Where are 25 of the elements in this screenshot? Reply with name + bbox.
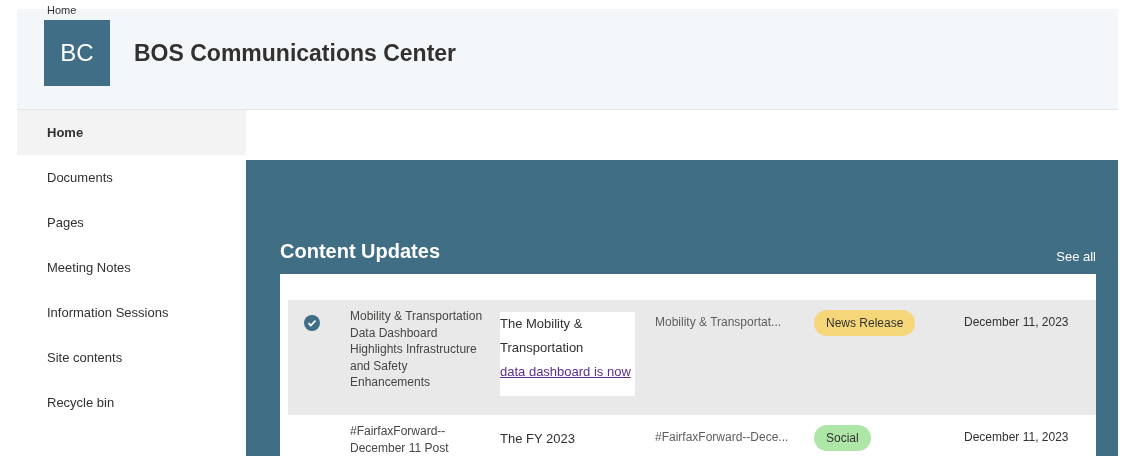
nav-item[interactable]: Documents bbox=[17, 155, 246, 200]
site-logo: BC bbox=[44, 20, 110, 86]
nav-item[interactable]: Information Sessions bbox=[17, 290, 246, 335]
nav-item[interactable]: Home bbox=[17, 110, 246, 155]
table-cell-text: Mobility & Transportat... bbox=[655, 314, 783, 331]
category-tag: News Release bbox=[814, 310, 916, 336]
table-cell-text: December 11, 2023 bbox=[964, 429, 1069, 446]
category-tag: Social bbox=[814, 425, 871, 451]
nav-item[interactable]: Recycle bin bbox=[17, 380, 246, 425]
see-all-link[interactable]: See all bbox=[1056, 246, 1096, 266]
site-title: BOS Communications Center bbox=[134, 38, 457, 68]
nav-item[interactable]: Site contents bbox=[17, 335, 246, 380]
description-text: The FY 2023 bbox=[500, 430, 576, 448]
nav-item[interactable]: Pages bbox=[17, 200, 246, 245]
table-cell-text: Mobility & Transportation Data Dashboard Highlights Infrastructure and Safety Enhancements bbox=[350, 308, 484, 391]
nav-item[interactable]: Meeting Notes bbox=[17, 245, 246, 290]
checkmark-icon[interactable] bbox=[304, 315, 320, 331]
description-text: The Mobility & Transportation bbox=[500, 315, 585, 357]
table-cell-text: #FairfaxForward--December 11 Post bbox=[350, 423, 450, 456]
dashboard-link[interactable]: data dashboard is now bbox=[500, 360, 635, 384]
section-title: Content Updates bbox=[280, 239, 440, 264]
breadcrumb-link[interactable]: Home bbox=[47, 4, 77, 16]
table-cell-text: #FairfaxForward--Dece... bbox=[655, 429, 790, 446]
table-cell-text: December 11, 2023 bbox=[964, 314, 1069, 331]
table-row[interactable]: Mobility & Transportation Data Dashboard Highlights Infrastructure and Safety Enhancements The Mobility & Transportation data dashboard is now Mobility & Transportat... News Release December 11, 2023 bbox=[288, 300, 1096, 415]
